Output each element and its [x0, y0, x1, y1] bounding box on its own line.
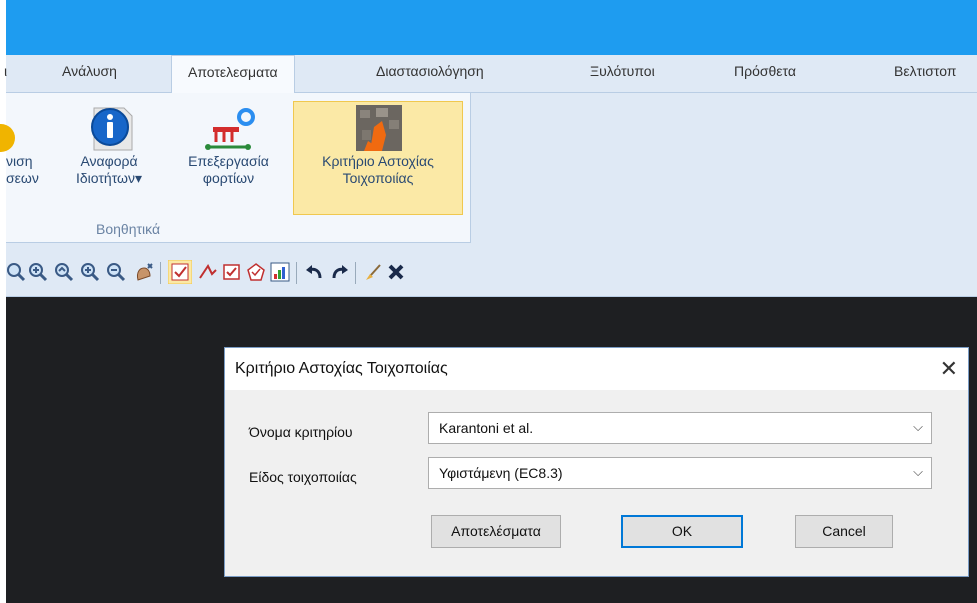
zoom-window-icon[interactable] [6, 262, 26, 282]
partial-icon [0, 124, 15, 152]
window-titlebar [6, 0, 977, 55]
ribbon-group-label: Βοηθητικά [96, 221, 161, 237]
masonry-type-combo[interactable]: Υφιστάμενη (EC8.3) ⌵ [428, 457, 932, 489]
tab-addons[interactable]: Πρόσθετα [734, 63, 796, 79]
delete-icon[interactable] [386, 262, 406, 282]
chevron-down-icon: ⌵ [913, 419, 923, 434]
tab-formwork[interactable]: Ξυλότυποι [590, 63, 655, 79]
undo-icon[interactable] [304, 262, 324, 282]
toolbar-separator-2 [296, 262, 297, 284]
cancel-button[interactable]: Cancel [795, 515, 893, 548]
toolbar-separator-3 [355, 262, 356, 284]
dialog-titlebar: Κριτήριο Αστοχίας Τοιχοποιίας ✕ [225, 348, 968, 390]
brush-icon[interactable] [362, 262, 382, 282]
ribbon-group-auxiliary: νιση σεων Αναφορά Ιδιοτήτων▾ Επεξεργασία… [0, 93, 471, 243]
ok-button[interactable]: OK [621, 515, 743, 548]
polygon-icon[interactable] [246, 262, 266, 282]
tab-results[interactable]: Αποτελεσματα [171, 55, 295, 94]
zoom-extents-icon[interactable] [28, 262, 48, 282]
zoom-in-icon[interactable] [80, 262, 100, 282]
masonry-criterion-label: Κριτήριο Αστοχίας Τοιχοποιίας [322, 153, 434, 186]
tab-optimization[interactable]: Βελτιστοπ [894, 63, 956, 79]
load-processing-button[interactable]: Επεξεργασία φορτίων [171, 153, 286, 187]
masonry-criterion-dialog: Κριτήριο Αστοχίας Τοιχοποιίας ✕ Όνομα κρ… [224, 347, 969, 577]
zoom-previous-icon[interactable] [54, 262, 74, 282]
report-button[interactable]: Αναφορά Ιδιοτήτων▾ [64, 153, 154, 187]
partial-button[interactable]: νιση σεων [6, 153, 39, 187]
dialog-title: Κριτήριο Αστοχίας Τοιχοποιίας [235, 360, 448, 377]
masonry-texture-icon [356, 105, 402, 151]
masonry-type-label: Είδος τοιχοποιίας [249, 469, 357, 485]
pan-icon[interactable] [134, 262, 154, 282]
close-icon[interactable]: ✕ [940, 356, 958, 382]
ribbon-tabbar: ι Ανάλυση Αποτελεσματα Διαστασιολόγηση Ξ… [4, 55, 977, 94]
redo-icon[interactable] [330, 262, 350, 282]
info-icon [91, 107, 133, 151]
criterion-name-label: Όνομα κριτηρίου [249, 424, 353, 440]
select-icon[interactable] [168, 260, 192, 284]
results-button[interactable]: Αποτελέσματα [431, 515, 561, 548]
criterion-name-combo[interactable]: Karantoni et al. ⌵ [428, 412, 932, 444]
tab-partial[interactable]: ι [4, 63, 7, 79]
grid-icon[interactable] [270, 262, 290, 282]
chevron-down-icon: ⌵ [913, 464, 923, 479]
polyline-icon[interactable] [198, 262, 218, 282]
ribbon-panel: νιση σεων Αναφορά Ιδιοτήτων▾ Επεξεργασία… [0, 93, 977, 250]
toolbar-separator [160, 262, 161, 284]
checkbox-icon[interactable] [222, 262, 242, 282]
tab-analysis[interactable]: Ανάλυση [62, 63, 117, 79]
zoom-out-icon[interactable] [106, 262, 126, 282]
tab-design[interactable]: Διαστασιολόγηση [376, 63, 484, 79]
report-dropdown-arrow-icon: ▾ [134, 170, 142, 186]
criterion-name-value: Karantoni et al. [439, 420, 534, 436]
load-processing-icon [205, 108, 255, 150]
masonry-type-value: Υφιστάμενη (EC8.3) [439, 465, 563, 481]
